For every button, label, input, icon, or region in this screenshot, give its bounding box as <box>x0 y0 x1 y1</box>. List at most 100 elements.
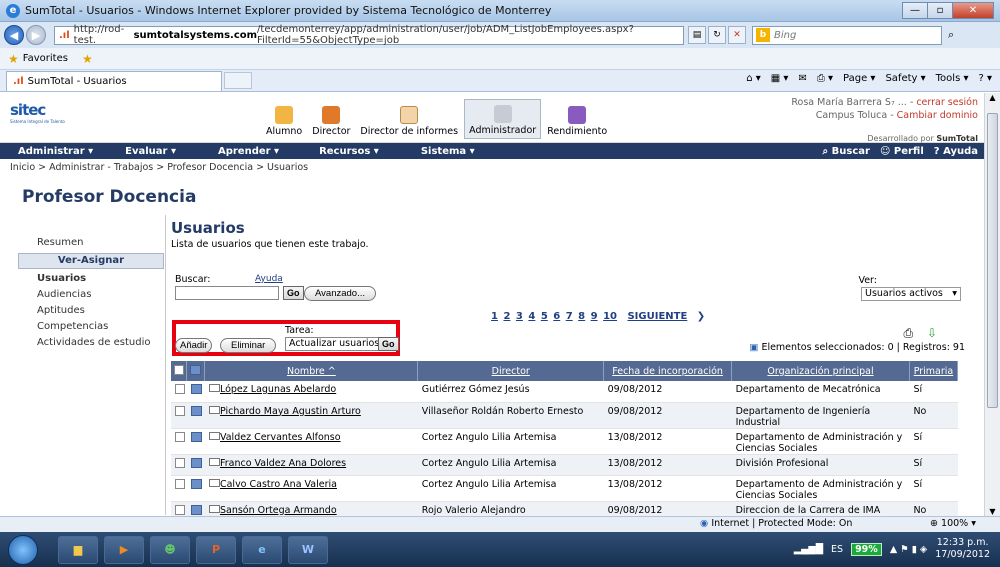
col-organizacion[interactable]: Organización principal <box>731 361 910 381</box>
menu-recursos[interactable]: Recursos ▾ <box>313 146 385 157</box>
ayuda-link[interactable]: ? Ayuda <box>934 146 978 157</box>
row-card-cell[interactable] <box>186 381 205 403</box>
card-icon[interactable] <box>190 457 202 468</box>
refresh-icon[interactable]: ↻ <box>708 26 726 44</box>
role-director-informes[interactable]: Director de informes <box>356 99 462 139</box>
favorites-star-icon[interactable]: ★ <box>8 52 19 66</box>
cell-nombre[interactable]: Calvo Castro Ana Valeria <box>204 475 418 502</box>
mail-icon[interactable]: ✉ <box>798 73 806 84</box>
page-menu[interactable]: Page ▾ <box>843 73 875 84</box>
export-icon[interactable]: ⇩ <box>927 326 937 340</box>
scrollbar-thumb[interactable] <box>987 113 998 408</box>
row-checkbox[interactable] <box>175 504 185 515</box>
cell-nombre[interactable]: Pichardo Maya Agustin Arturo <box>204 402 418 429</box>
nav-resumen[interactable]: Resumen <box>18 235 165 251</box>
minimize-button[interactable]: — <box>902 2 928 19</box>
nav-aptitudes[interactable]: Aptitudes <box>18 303 165 319</box>
card-icon[interactable] <box>190 504 202 515</box>
breadcrumb[interactable]: Inicio > Administrar - Trabajos > Profes… <box>10 162 308 173</box>
taskbar-messenger[interactable]: ☻ <box>150 535 190 564</box>
advanced-search-button[interactable]: Avanzado... <box>304 286 377 301</box>
nav-competencias[interactable]: Competencias <box>18 319 165 335</box>
taskbar-ie[interactable]: e <box>242 535 282 564</box>
card-icon[interactable] <box>190 405 202 416</box>
role-administrador[interactable]: Administrador <box>464 99 542 139</box>
row-card-cell[interactable] <box>186 475 205 502</box>
role-director[interactable]: Director <box>308 99 354 139</box>
table-row[interactable]: López Lagunas Abelardo Gutiérrez Gómez Je… <box>171 381 958 403</box>
row-checkbox[interactable] <box>175 478 185 489</box>
maximize-button[interactable]: ▫ <box>927 2 953 19</box>
menu-administrar[interactable]: Administrar ▾ <box>12 146 99 157</box>
taskbar-powerpoint[interactable]: P <box>196 535 236 564</box>
select-all-header[interactable] <box>171 361 188 381</box>
user-name-link[interactable]: Franco Valdez Ana Dolores <box>220 458 346 469</box>
home-icon[interactable]: ⌂ ▾ <box>746 73 761 84</box>
row-checkbox[interactable] <box>175 384 185 394</box>
nav-usuarios[interactable]: Usuarios <box>18 271 165 287</box>
back-button[interactable]: ◀ <box>4 25 24 45</box>
stop-icon[interactable]: ✕ <box>728 26 746 44</box>
col-nombre[interactable]: Nombre ^ <box>204 361 419 381</box>
card-icon[interactable] <box>190 431 202 442</box>
add-button[interactable]: Añadir <box>175 338 213 353</box>
role-alumno[interactable]: Alumno <box>262 99 306 139</box>
delete-button[interactable]: Eliminar <box>220 338 277 353</box>
view-select[interactable]: Usuarios activos ▾ <box>861 287 961 301</box>
favorites-label[interactable]: Favorites <box>23 53 68 64</box>
col-director[interactable]: Director <box>417 361 605 381</box>
menu-evaluar[interactable]: Evaluar ▾ <box>119 146 182 157</box>
row-card-cell[interactable] <box>186 454 205 476</box>
search-box[interactable]: b Bing <box>752 25 942 45</box>
page-9[interactable]: 9 <box>591 311 598 322</box>
page-10[interactable]: 10 <box>603 311 617 322</box>
row-checkbox[interactable] <box>175 457 185 468</box>
page-1[interactable]: 1 <box>491 311 498 322</box>
close-button[interactable]: ✕ <box>952 2 994 19</box>
table-row[interactable]: Calvo Castro Ana Valeria Cortez Angulo Li… <box>171 475 958 502</box>
email-icon[interactable] <box>208 478 220 487</box>
search-icon[interactable]: ⌕ <box>948 28 954 42</box>
card-icon[interactable] <box>190 384 202 394</box>
vertical-scrollbar[interactable]: ▲ ▼ <box>984 93 1000 516</box>
row-checkbox-cell[interactable] <box>171 381 187 403</box>
battery-indicator[interactable]: 99% <box>851 542 882 556</box>
nav-audiencias[interactable]: Audiencias <box>18 287 165 303</box>
table-row[interactable]: Franco Valdez Ana Dolores Cortez Angulo L… <box>171 454 958 476</box>
email-icon[interactable] <box>208 405 220 414</box>
help-icon[interactable]: ? ▾ <box>978 73 992 84</box>
row-card-cell[interactable] <box>186 428 205 455</box>
print-icon[interactable]: ⎙ <box>904 326 914 340</box>
user-name-link[interactable]: Calvo Castro Ana Valeria <box>220 479 337 490</box>
row-checkbox[interactable] <box>175 405 185 416</box>
add-favorite-icon[interactable]: ★ <box>82 52 93 66</box>
email-icon[interactable] <box>208 457 220 466</box>
lang-indicator[interactable]: ES <box>831 544 843 555</box>
select-all-checkbox[interactable] <box>173 364 184 375</box>
ayuda-link[interactable]: Ayuda <box>255 274 283 284</box>
role-rendimiento[interactable]: Rendimiento <box>543 99 611 139</box>
new-tab-button[interactable] <box>224 72 252 89</box>
row-checkbox-cell[interactable] <box>171 454 187 476</box>
zoom-level[interactable]: ⊕ 100% ▾ <box>930 518 976 529</box>
user-name-link[interactable]: López Lagunas Abelardo <box>220 384 336 395</box>
page-3[interactable]: 3 <box>516 311 523 322</box>
row-checkbox-cell[interactable] <box>171 475 187 502</box>
feeds-icon[interactable]: ▦ ▾ <box>771 73 789 84</box>
table-row[interactable]: Valdez Cervantes Alfonso Cortez Angulo Li… <box>171 428 958 455</box>
table-row[interactable]: Pichardo Maya Agustin Arturo Villaseñor R… <box>171 402 958 429</box>
cell-nombre[interactable]: Valdez Cervantes Alfonso <box>204 428 418 455</box>
forward-button[interactable]: ▶ <box>26 25 46 45</box>
user-name-link[interactable]: Valdez Cervantes Alfonso <box>220 432 341 443</box>
logout-link[interactable]: cerrar sesión <box>916 97 978 108</box>
chevron-right-icon[interactable]: ❯ <box>697 311 705 322</box>
next-page-link[interactable]: SIGUIENTE <box>627 311 687 322</box>
menu-aprender[interactable]: Aprender ▾ <box>212 146 285 157</box>
compat-view-icon[interactable]: ▤ <box>688 26 706 44</box>
email-icon[interactable] <box>208 431 220 440</box>
menu-sistema[interactable]: Sistema ▾ <box>415 146 481 157</box>
task-go-button[interactable]: Go <box>378 337 399 351</box>
row-checkbox-cell[interactable] <box>171 402 187 429</box>
email-icon[interactable] <box>208 384 220 392</box>
print-icon[interactable]: ⎙ ▾ <box>817 73 833 84</box>
